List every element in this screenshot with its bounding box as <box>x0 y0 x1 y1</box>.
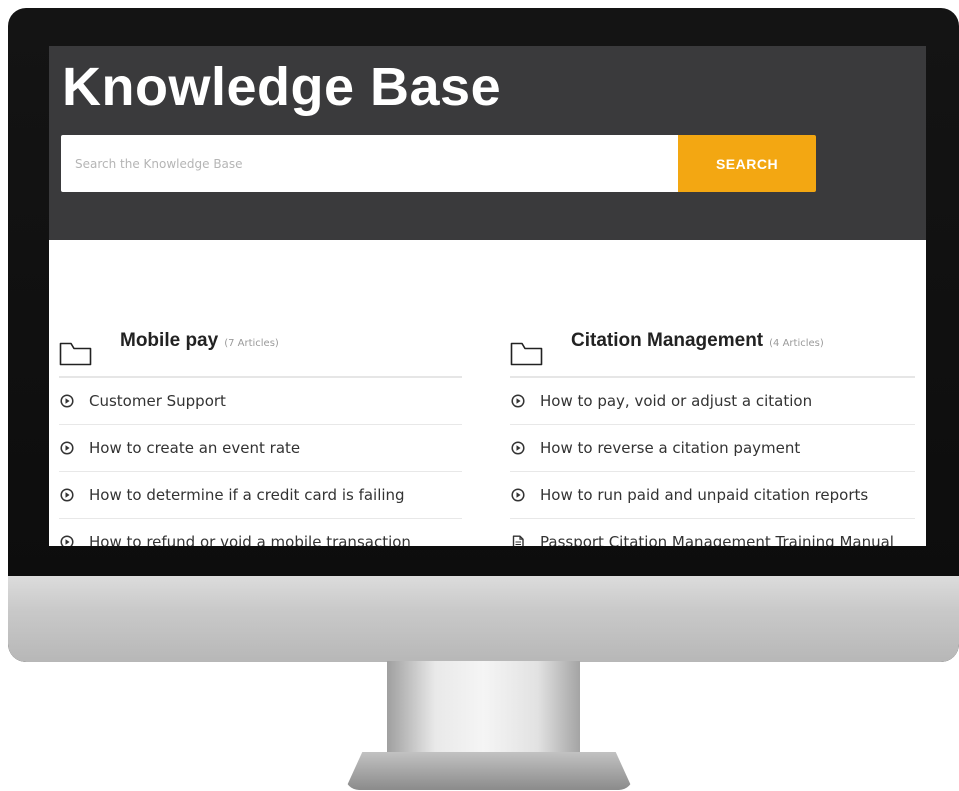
article-link[interactable]: How to refund or void a mobile transacti… <box>59 519 462 546</box>
article-title: How to pay, void or adjust a citation <box>540 392 813 410</box>
article-count: (7 Articles) <box>224 338 279 349</box>
monitor: Knowledge Base SEARCH Mobile pay(7 Artic… <box>8 8 959 662</box>
category-header[interactable]: Citation Management (4 Articles) <box>510 326 915 378</box>
document-icon <box>512 535 524 546</box>
article-link[interactable]: Passport Citation Management Training Ma… <box>510 519 915 546</box>
category-mobile-pay: Mobile pay (7 Articles) Customer Support … <box>59 326 462 546</box>
article-count: (4 Articles) <box>769 338 824 349</box>
monitor-stand-neck <box>387 661 580 755</box>
article-link[interactable]: How to pay, void or adjust a citation <box>510 378 915 425</box>
article-title: How to refund or void a mobile transacti… <box>89 533 411 546</box>
category-title: Mobile pay (7 Articles) <box>120 330 279 351</box>
monitor-stand-base <box>345 752 633 790</box>
article-link[interactable]: How to create an event rate <box>59 425 462 472</box>
monitor-chin <box>8 576 959 662</box>
play-circle-icon <box>60 441 74 455</box>
folder-icon <box>510 342 543 366</box>
play-circle-icon <box>60 488 74 502</box>
category-title: Citation Management (4 Articles) <box>571 330 824 351</box>
play-circle-icon <box>511 394 525 408</box>
article-link[interactable]: How to run paid and unpaid citation repo… <box>510 472 915 519</box>
article-list: Customer Support How to create an event … <box>59 378 462 546</box>
page-title: Knowledge Base <box>62 57 502 117</box>
article-title: Passport Citation Management Training Ma… <box>540 533 894 546</box>
folder-icon <box>59 342 92 366</box>
article-link[interactable]: How to reverse a citation payment <box>510 425 915 472</box>
article-title: Customer Support <box>89 392 226 410</box>
article-title: How to determine if a credit card is fai… <box>89 486 405 504</box>
search-input[interactable] <box>61 135 678 192</box>
article-list: How to pay, void or adjust a citation Ho… <box>510 378 915 546</box>
category-citation-management: Citation Management (4 Articles) How to p… <box>510 326 915 546</box>
search-button[interactable]: SEARCH <box>678 135 816 192</box>
article-link[interactable]: Customer Support <box>59 378 462 425</box>
play-circle-icon <box>60 394 74 408</box>
article-title: How to create an event rate <box>89 439 301 457</box>
play-circle-icon <box>60 535 74 546</box>
play-circle-icon <box>511 441 525 455</box>
hero-banner: Knowledge Base SEARCH <box>49 46 926 240</box>
play-circle-icon <box>511 488 525 502</box>
category-header[interactable]: Mobile pay (7 Articles) <box>59 326 462 378</box>
article-link[interactable]: How to determine if a credit card is fai… <box>59 472 462 519</box>
article-title: How to reverse a citation payment <box>540 439 801 457</box>
screen: Knowledge Base SEARCH Mobile pay(7 Artic… <box>49 46 926 546</box>
article-title: How to run paid and unpaid citation repo… <box>540 486 869 504</box>
